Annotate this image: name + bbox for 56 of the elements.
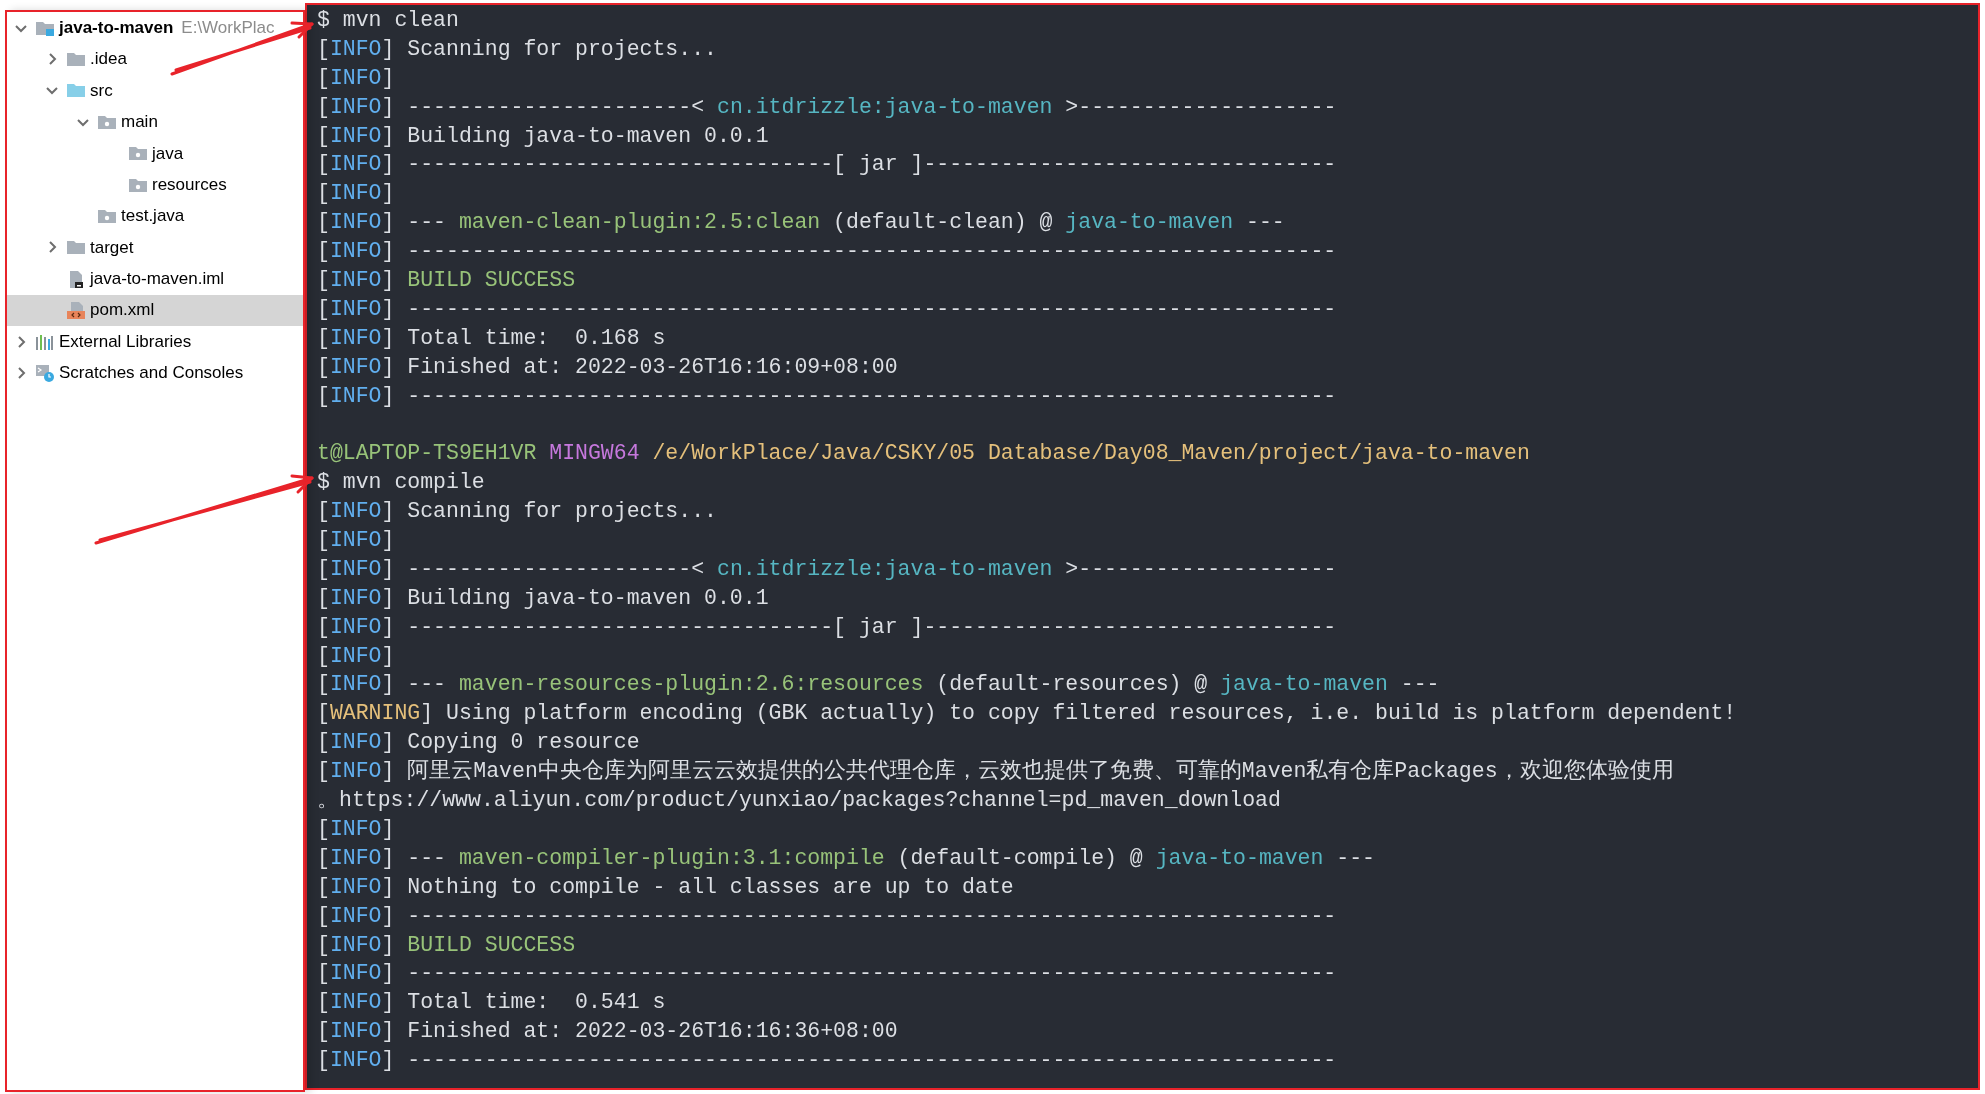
terminal-line: [INFO] Scanning for projects... [317,35,718,63]
terminal-line: [INFO] BUILD SUCCESS [317,267,577,294]
terminal-line: [INFO] [317,815,396,843]
tree-item[interactable]: target [7,231,303,264]
terminal-line: $ mvn compile [317,469,486,497]
terminal-line: [INFO] --- maven-resources-plugin:2.6:resources (default-resources) @ java-to-maven --- [317,671,1441,699]
terminal-line: [INFO] --- maven-compiler-plugin:3.1:compile (default-compile) @ java-to-maven --- [317,844,1376,872]
terminal-line: [INFO] Finished at: 2022-03-26T16:16:09+08:00 [317,353,899,381]
tree-item[interactable]: Scratches and Consoles [7,357,303,389]
package-folder-icon [128,144,148,163]
terminal-line: t@LAPTOP-TS9EH1VR MINGW64 /e/WorkPlace/Java/CSKY/05 Database/Day08_Maven/project/java-to-maven [317,440,1531,468]
terminal-line: [INFO] Building java-to-maven 0.0.1 [317,122,770,150]
terminal-line: [INFO] ------------------------------------------------------------------------ [317,238,1338,266]
terminal-line: 。https://www.aliyun.com/product/yunxiao/packages?channel=pd_maven_download [317,787,1282,815]
console-clock-icon [35,364,55,382]
terminal-line: [INFO] [317,527,396,555]
terminal-line: [INFO] Nothing to compile - all classes are up to date [317,873,1015,901]
folder-icon [66,50,86,69]
tree-item[interactable]: .idea [7,43,303,75]
terminal-line: [INFO] Finished at: 2022-03-26T16:16:36+08:00 [317,1018,899,1046]
tree-item[interactable]: src [7,74,303,107]
terminal-line: [INFO] --- maven-clean-plugin:2.5:clean (default-clean) @ java-to-maven --- [317,209,1286,237]
tree-item[interactable]: test.java [7,200,303,232]
tree-item[interactable]: External Libraries [7,325,303,358]
terminal-line: [WARNING] Using platform encoding (GBK actually) to copy filtered resources, i.e. build is platform dependent! [317,700,1738,728]
terminal-line: [INFO] ----------------------< cn.itdrizzle:java-to-maven >-------------------- [317,555,1338,583]
tree-item[interactable]: java-to-maven E:\WorkPlac [7,12,303,44]
terminal-line: [INFO] Scanning for projects... [317,498,718,526]
tree-item[interactable]: java-to-maven.iml [7,263,303,295]
terminal-line: [INFO] ---------------------------------[ jar ]-------------------------------- [317,613,1338,641]
terminal-line: [INFO] Total time: 0.541 s [317,989,667,1017]
terminal-line: [INFO] BUILD SUCCESS [317,931,577,959]
terminal-line: [INFO] ----------------------< cn.itdrizzle:java-to-maven >-------------------- [317,93,1338,121]
terminal-line: [INFO] Building java-to-maven 0.0.1 [317,584,770,612]
library-bars-icon [35,332,55,351]
tree-item[interactable]: main [7,106,303,138]
terminal-line: [INFO] ------------------------------------------------------------------------ [317,902,1338,930]
terminal-line: [INFO] ------------------------------------------------------------------------ [317,295,1338,323]
folder-icon [66,81,86,100]
terminal-line: [INFO] ------------------------------------------------------------------------ [317,1047,1338,1075]
terminal-line: [INFO] ------------------------------------------------------------------------ [317,382,1338,410]
tree-item[interactable]: pom.xml [7,294,303,326]
terminal-line: [INFO] [317,642,396,670]
terminal-line: [INFO] ------------------------------------------------------------------------ [317,960,1338,988]
terminal-line: [INFO] Copying 0 resource [317,729,641,757]
terminal-line: [INFO] Total time: 0.168 s [317,324,667,352]
tree-item[interactable]: java [7,137,303,169]
xml-file-icon [66,301,86,320]
terminal-line: [INFO] ---------------------------------[ jar ]-------------------------------- [317,151,1338,179]
terminal-line: [INFO] [317,180,396,208]
package-folder-icon [97,207,117,226]
terminal-line: [INFO] 阿里云Maven中央仓库为阿里云云效提供的公共代理仓库，云效也提供了免费、可靠的Maven私有仓库Packages，欢迎您体验使用 [317,757,1675,786]
terminal-line: [INFO] [317,64,396,92]
tree-item[interactable]: resources [7,168,303,201]
folder-icon [66,238,86,257]
terminal-line: $ mvn clean [317,7,460,34]
